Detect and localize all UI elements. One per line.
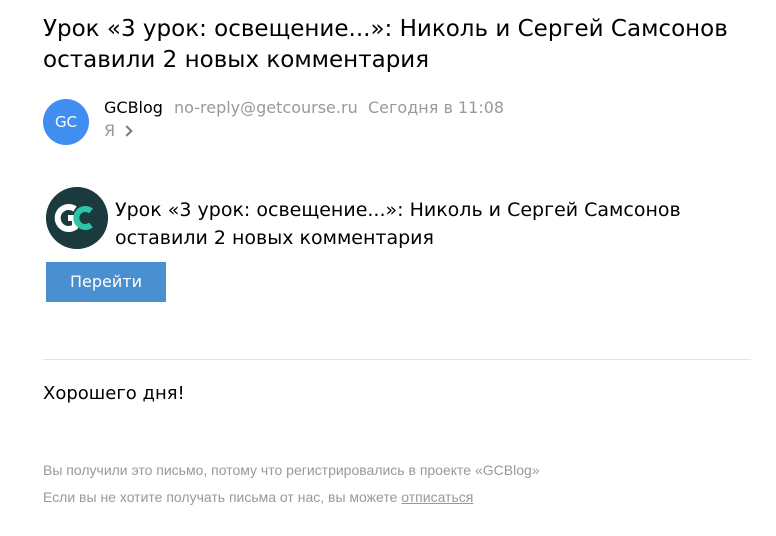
sent-time: Сегодня в 11:08 [368,98,505,117]
sender-info: GC GCBlog no-reply@getcourse.ru Сегодня … [43,99,743,145]
footer-unsubscribe-prefix: Если вы не хотите получать письма от нас… [43,489,402,505]
email-subject: Урок «3 урок: освещение...»: Николь и Се… [43,16,728,73]
greeting: Хорошего дня! [43,383,185,404]
footer-reason: Вы получили это письмо, потому что регис… [43,462,540,478]
recipient-label: Я [104,121,116,140]
recipient-toggle[interactable]: Я [104,121,133,140]
getcourse-logo-graphic [46,187,108,249]
unsubscribe-link[interactable]: отписаться [401,489,473,505]
getcourse-logo-icon [46,187,108,249]
notification-text: Урок «3 урок: освещение...»: Николь и Се… [115,199,681,249]
sender-avatar[interactable]: GC [43,99,89,145]
sender-email[interactable]: no-reply@getcourse.ru [174,99,358,117]
footer-unsubscribe-line: Если вы не хотите получать письма от нас… [43,488,473,506]
go-button[interactable]: Перейти [46,262,166,302]
divider [43,359,751,360]
sender-name[interactable]: GCBlog [104,99,163,117]
chevron-right-icon [121,125,133,137]
